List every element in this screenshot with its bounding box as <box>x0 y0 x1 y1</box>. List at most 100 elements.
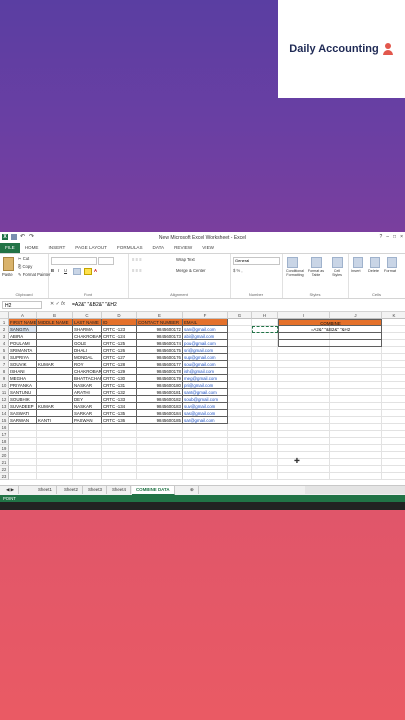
table-cell[interactable] <box>37 389 73 396</box>
cell[interactable] <box>330 361 382 368</box>
cell[interactable] <box>382 333 405 340</box>
cell[interactable] <box>382 459 405 466</box>
format-icon[interactable] <box>387 257 397 268</box>
table-cell[interactable]: SASWATI <box>9 410 37 417</box>
cell[interactable] <box>278 438 330 445</box>
insert-button[interactable]: Insert <box>351 269 361 273</box>
table-cell[interactable]: CRTC -128 <box>102 361 137 368</box>
cell[interactable] <box>330 438 382 445</box>
cell[interactable] <box>228 354 252 361</box>
cell[interactable] <box>73 445 102 452</box>
table-cell[interactable]: DEY <box>73 396 102 403</box>
cell[interactable] <box>278 452 330 459</box>
cell[interactable] <box>9 431 37 438</box>
cell[interactable] <box>9 473 37 480</box>
tab-data[interactable]: DATA <box>148 243 170 253</box>
delete-icon[interactable] <box>370 257 380 268</box>
table-cell[interactable]: 9845600173 <box>137 333 183 340</box>
cell[interactable] <box>228 438 252 445</box>
table-cell[interactable]: SANTUNU <box>9 389 37 396</box>
table-cell[interactable]: CHAKROBARTY <box>73 368 102 375</box>
table-cell[interactable]: 9845600172 <box>137 326 183 333</box>
cell[interactable] <box>278 382 330 389</box>
cell[interactable] <box>382 319 405 326</box>
table-header-cell[interactable]: FIRST NAME <box>9 319 37 326</box>
cell[interactable] <box>382 403 405 410</box>
cell[interactable] <box>382 396 405 403</box>
currency-icon[interactable]: $ % , <box>233 268 243 273</box>
cell[interactable] <box>102 438 137 445</box>
cell[interactable] <box>183 473 228 480</box>
cell[interactable] <box>330 396 382 403</box>
cell[interactable] <box>37 466 73 473</box>
cell[interactable] <box>252 361 278 368</box>
cell[interactable] <box>278 403 330 410</box>
table-cell[interactable]: 9845600177 <box>137 361 183 368</box>
cell[interactable] <box>228 319 252 326</box>
cell[interactable] <box>330 452 382 459</box>
cell[interactable] <box>382 340 405 347</box>
cell[interactable] <box>252 368 278 375</box>
cell[interactable] <box>330 375 382 382</box>
conditional-formatting-icon[interactable] <box>287 257 298 268</box>
cell[interactable] <box>137 466 183 473</box>
cell[interactable] <box>228 333 252 340</box>
tab-file[interactable]: FILE <box>0 243 20 253</box>
row-header-18[interactable]: 18 <box>0 438 9 445</box>
row-header-16[interactable]: 16 <box>0 424 9 431</box>
table-cell[interactable]: GOLE <box>73 340 102 347</box>
cell[interactable] <box>37 445 73 452</box>
table-cell[interactable]: KANTI <box>37 417 73 424</box>
fill-color-icon[interactable] <box>84 268 92 275</box>
column-header-k[interactable]: K <box>382 312 405 319</box>
cell[interactable] <box>183 445 228 452</box>
table-cell[interactable]: 9845600183 <box>137 403 183 410</box>
cell[interactable] <box>278 431 330 438</box>
cell[interactable] <box>278 459 330 466</box>
cell[interactable] <box>330 410 382 417</box>
cell[interactable] <box>228 326 252 333</box>
column-header-j[interactable]: J <box>330 312 382 319</box>
cell[interactable] <box>9 452 37 459</box>
cell[interactable] <box>228 410 252 417</box>
wrap-text-button[interactable]: Wrap Text <box>176 257 195 262</box>
cell[interactable] <box>382 382 405 389</box>
cell[interactable] <box>382 375 405 382</box>
cell[interactable] <box>183 431 228 438</box>
cell-styles-button[interactable]: Cell Styles <box>330 269 344 277</box>
cell[interactable] <box>252 403 278 410</box>
row-header-19[interactable]: 19 <box>0 445 9 452</box>
cell[interactable] <box>278 396 330 403</box>
cell-styles-icon[interactable] <box>332 257 343 268</box>
table-cell[interactable]: CRTC -135 <box>102 410 137 417</box>
align-top-icon[interactable]: ≡ ≡ ≡ <box>132 257 142 262</box>
row-header-10[interactable]: 10 <box>0 382 9 389</box>
cell[interactable] <box>228 473 252 480</box>
cell[interactable] <box>382 361 405 368</box>
table-cell[interactable]: SANGITA <box>9 326 37 333</box>
cell[interactable] <box>330 424 382 431</box>
paste-button[interactable]: Paste <box>2 272 13 277</box>
table-cell[interactable]: 9845600181 <box>137 389 183 396</box>
cell[interactable] <box>73 438 102 445</box>
table-cell[interactable]: PASWAN <box>73 417 102 424</box>
cell[interactable] <box>73 459 102 466</box>
cell[interactable] <box>252 459 278 466</box>
cell[interactable] <box>73 424 102 431</box>
cell[interactable] <box>228 445 252 452</box>
cell[interactable] <box>278 375 330 382</box>
table-cell[interactable]: SOUBHIK <box>9 396 37 403</box>
cell[interactable] <box>382 445 405 452</box>
cell[interactable] <box>252 319 278 326</box>
sheet-tab-sheet1[interactable]: Sheet1 <box>34 486 57 494</box>
sheet-nav-arrows-icon[interactable]: ◀ ▶ <box>2 486 19 494</box>
format-button[interactable]: Format <box>384 269 396 273</box>
tab-home[interactable]: HOME <box>20 243 44 253</box>
table-cell[interactable]: POULAMI <box>9 340 37 347</box>
cell[interactable] <box>252 473 278 480</box>
cell[interactable] <box>330 445 382 452</box>
formula-input[interactable]: =A2&" "&B2&" "&H2 <box>70 301 403 309</box>
cell[interactable] <box>382 326 405 333</box>
cell[interactable] <box>37 452 73 459</box>
cell[interactable] <box>183 459 228 466</box>
